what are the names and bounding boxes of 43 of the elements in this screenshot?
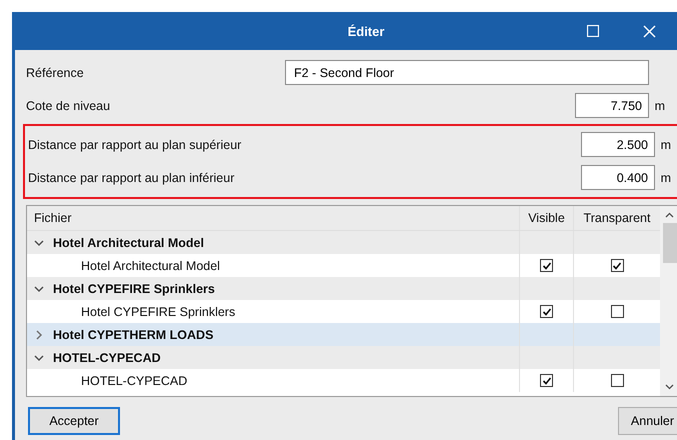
group-row[interactable]: HOTEL-CYPECAD <box>27 346 660 369</box>
accept-button[interactable]: Accepter <box>28 407 120 435</box>
visible-checkbox[interactable] <box>540 259 553 272</box>
file-name: Hotel CYPEFIRE Sprinklers <box>80 304 236 321</box>
group-label: Hotel CYPEFIRE Sprinklers <box>53 282 215 296</box>
transparent-checkbox[interactable] <box>610 259 624 272</box>
scrollbar[interactable] <box>660 206 677 396</box>
group-label: HOTEL-CYPECAD <box>53 350 161 364</box>
scroll-up-icon[interactable] <box>665 212 674 218</box>
chevron-down-icon[interactable] <box>34 284 44 294</box>
visible-checkbox[interactable] <box>540 305 553 318</box>
group-row[interactable]: Hotel CYPEFIRE Sprinklers <box>27 277 660 300</box>
window-title: Éditer <box>346 24 386 38</box>
file-name: Hotel Architectural Model <box>80 258 221 274</box>
group-row[interactable]: Hotel CYPETHERM LOADS <box>27 323 660 346</box>
unit-label: m <box>660 170 671 184</box>
scroll-thumb[interactable] <box>662 223 676 263</box>
transparent-checkbox[interactable] <box>610 305 624 318</box>
field-label: Distance par rapport au plan inférieur <box>28 170 236 184</box>
chevron-down-icon[interactable] <box>34 352 44 362</box>
chevron-right-icon[interactable] <box>34 330 44 340</box>
close-icon[interactable] <box>643 24 656 38</box>
column-header[interactable]: Visible <box>519 206 573 230</box>
unit-label: m <box>654 98 665 112</box>
cancel-button[interactable]: Annuler <box>618 407 677 435</box>
scroll-down-icon[interactable] <box>665 384 674 390</box>
unit-label: m <box>660 138 671 152</box>
visible-checkbox[interactable] <box>540 374 553 387</box>
input-field[interactable]: 2.500 <box>581 132 655 157</box>
chevron-down-icon[interactable] <box>34 238 44 248</box>
group-label: Hotel Architectural Model <box>53 236 204 250</box>
column-header[interactable]: Fichier <box>27 206 519 230</box>
maximize-icon[interactable] <box>587 25 599 37</box>
transparent-checkbox[interactable] <box>610 374 624 387</box>
field-label: Cote de niveau <box>26 98 112 112</box>
file-name: HOTEL-CYPECAD <box>80 372 188 390</box>
field-label: Distance par rapport au plan supérieur <box>28 138 242 152</box>
group-label: Hotel CYPETHERM LOADS <box>53 328 214 342</box>
input-field[interactable]: 0.400 <box>581 165 655 190</box>
input-field[interactable]: F2 - Second Floor <box>285 60 649 85</box>
group-row[interactable]: Hotel Architectural Model <box>27 231 660 254</box>
input-field[interactable]: 7.750 <box>575 93 649 118</box>
field-label: Référence <box>26 66 85 80</box>
